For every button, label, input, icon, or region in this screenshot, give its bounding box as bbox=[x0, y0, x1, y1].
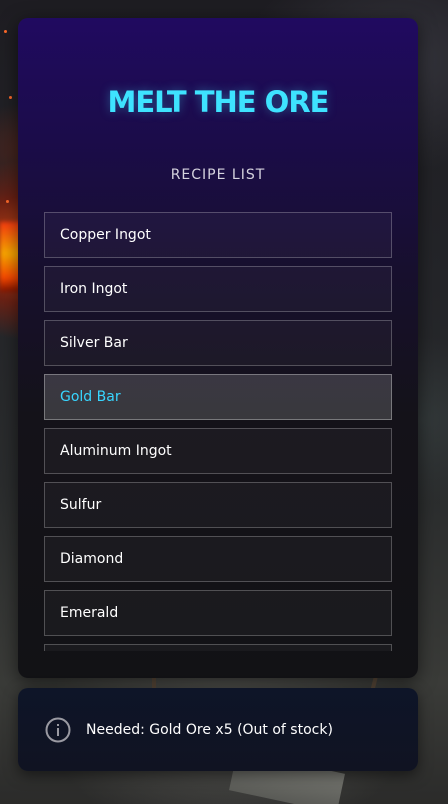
recipe-item-silver-bar[interactable]: Silver Bar bbox=[44, 320, 392, 366]
ember-spark bbox=[4, 30, 7, 33]
recipe-item-emerald[interactable]: Emerald bbox=[44, 590, 392, 636]
recipe-item-gold-bar[interactable]: Gold Bar bbox=[44, 374, 392, 420]
recipe-item-label: Sulfur bbox=[60, 497, 102, 513]
recipe-item-sulfur[interactable]: Sulfur bbox=[44, 482, 392, 528]
recipe-panel: MELT THE ORE RECIPE LIST Copper Ingot Ir… bbox=[18, 18, 418, 678]
recipe-list-heading: RECIPE LIST bbox=[170, 167, 266, 183]
recipe-list[interactable]: Copper Ingot Iron Ingot Silver Bar Gold … bbox=[44, 212, 392, 651]
info-icon bbox=[45, 717, 71, 743]
status-bar: Needed: Gold Ore x5 (Out of stock) bbox=[18, 688, 418, 771]
recipe-item-aluminum-ingot[interactable]: Aluminum Ingot bbox=[44, 428, 392, 474]
recipe-item-partial[interactable] bbox=[44, 644, 392, 651]
panel-title: MELT THE ORE bbox=[107, 85, 330, 119]
recipe-item-label: Gold Bar bbox=[60, 389, 121, 405]
recipe-item-label: Emerald bbox=[60, 605, 119, 621]
recipe-item-iron-ingot[interactable]: Iron Ingot bbox=[44, 266, 392, 312]
ember-spark bbox=[6, 200, 9, 203]
recipe-item-diamond[interactable]: Diamond bbox=[44, 536, 392, 582]
status-message: Needed: Gold Ore x5 (Out of stock) bbox=[86, 722, 333, 738]
ember-spark bbox=[9, 96, 12, 99]
recipe-item-label: Aluminum Ingot bbox=[60, 443, 172, 459]
recipe-item-copper-ingot[interactable]: Copper Ingot bbox=[44, 212, 392, 258]
recipe-item-label: Diamond bbox=[60, 551, 124, 567]
recipe-item-label: Iron Ingot bbox=[60, 281, 128, 297]
recipe-item-label: Silver Bar bbox=[60, 335, 128, 351]
recipe-item-label: Copper Ingot bbox=[60, 227, 151, 243]
